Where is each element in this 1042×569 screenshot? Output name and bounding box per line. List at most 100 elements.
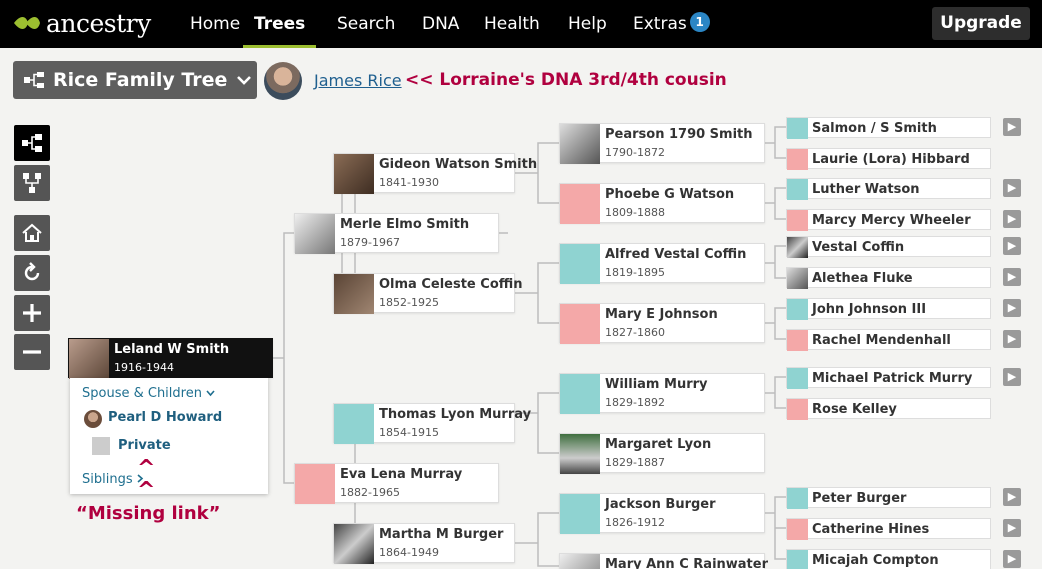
- person-card[interactable]: Mary Ann C Rainwater: [559, 553, 769, 569]
- person-card-small[interactable]: Micajah Compton: [786, 549, 991, 569]
- expand-arrow-icon[interactable]: ▶: [1003, 519, 1021, 537]
- person-photo: [334, 154, 374, 194]
- female-silhouette-icon: [295, 464, 335, 504]
- person-card[interactable]: Gideon Watson Smith 1841-1930: [333, 153, 537, 194]
- expand-arrow-icon[interactable]: ▶: [1003, 488, 1021, 506]
- person-name: Alethea Fluke: [812, 271, 913, 286]
- person-card[interactable]: Eva Lena Murray 1882-1965: [294, 463, 499, 504]
- person-name: Gideon Watson Smith: [379, 157, 538, 172]
- person-name: Peter Burger: [812, 491, 907, 506]
- person-photo: [560, 434, 600, 474]
- male-silhouette-icon: [334, 404, 374, 444]
- person-card[interactable]: Margaret Lyon 1829-1887: [559, 433, 765, 474]
- missing-link-annotation: “Missing link”: [76, 503, 221, 524]
- person-name: Olma Celeste Coffin: [379, 277, 523, 292]
- expand-arrow-icon[interactable]: ▶: [1003, 550, 1021, 568]
- spouse-avatar: [84, 410, 102, 428]
- person-photo: [787, 268, 808, 289]
- person-dates: 1852-1925: [379, 296, 439, 309]
- male-silhouette-icon: [560, 494, 600, 534]
- person-dates: 1864-1949: [379, 546, 439, 559]
- person-card[interactable]: Thomas Lyon Murray 1854-1915: [333, 403, 531, 444]
- person-card[interactable]: Alfred Vestal Coffin 1819-1895: [559, 243, 765, 284]
- person-card-small[interactable]: Rachel Mendenhall: [786, 329, 991, 351]
- person-name: Merle Elmo Smith: [340, 217, 470, 232]
- person-photo: [334, 524, 374, 564]
- person-name: Catherine Hines: [812, 522, 930, 537]
- siblings-toggle[interactable]: Siblings: [82, 472, 144, 487]
- expand-arrow-icon[interactable]: ▶: [1003, 179, 1021, 197]
- person-name: Martha M Burger: [379, 527, 504, 542]
- person-dates: 1826-1912: [605, 516, 665, 529]
- person-name: Margaret Lyon: [605, 437, 712, 452]
- expand-arrow-icon[interactable]: ▶: [1003, 210, 1021, 228]
- person-dates: 1829-1892: [605, 396, 665, 409]
- male-silhouette-icon: [787, 488, 808, 509]
- person-card[interactable]: William Murry 1829-1892: [559, 373, 765, 414]
- person-name: Pearson 1790 Smith: [605, 127, 753, 142]
- person-card-small[interactable]: Rose Kelley: [786, 398, 991, 420]
- person-name: Alfred Vestal Coffin: [605, 247, 747, 262]
- person-silhouette-icon: [92, 437, 110, 455]
- person-card[interactable]: Olma Celeste Coffin 1852-1925: [333, 273, 523, 314]
- person-card[interactable]: Merle Elmo Smith 1879-1967: [294, 213, 499, 254]
- male-silhouette-icon: [787, 299, 808, 320]
- person-card-small[interactable]: Luther Watson: [786, 178, 991, 200]
- person-name: Mary Ann C Rainwater: [605, 557, 769, 569]
- spouse-children-toggle[interactable]: Spouse & Children: [82, 386, 215, 401]
- child-link[interactable]: Private: [118, 438, 171, 453]
- person-name: Thomas Lyon Murray: [379, 407, 532, 422]
- person-card-small[interactable]: Catherine Hines: [786, 518, 991, 540]
- male-silhouette-icon: [787, 179, 808, 200]
- female-silhouette-icon: [787, 330, 808, 351]
- expand-arrow-icon[interactable]: ▶: [1003, 118, 1021, 136]
- expand-arrow-icon[interactable]: ▶: [1003, 330, 1021, 348]
- male-silhouette-icon: [560, 244, 600, 284]
- person-dates: 1790-1872: [605, 146, 665, 159]
- root-person-card[interactable]: Leland W Smith 1916-1944: [68, 338, 273, 379]
- person-card[interactable]: Martha M Burger 1864-1949: [333, 523, 515, 564]
- chevron-down-icon: [206, 390, 215, 397]
- expand-arrow-icon[interactable]: ▶: [1003, 368, 1021, 386]
- person-name: Leland W Smith: [114, 342, 230, 357]
- person-card-small[interactable]: Alethea Fluke: [786, 267, 991, 289]
- female-silhouette-icon: [787, 210, 808, 231]
- person-card-small[interactable]: Salmon / S Smith: [786, 117, 991, 139]
- person-photo: [560, 124, 600, 164]
- person-card[interactable]: Phoebe G Watson 1809-1888: [559, 183, 765, 224]
- person-name: Mary E Johnson: [605, 307, 718, 322]
- person-name: Vestal Coffin: [812, 240, 905, 255]
- person-photo: [295, 214, 335, 254]
- person-name: Marcy Mercy Wheeler: [812, 213, 971, 228]
- person-card-small[interactable]: Vestal Coffin: [786, 236, 991, 258]
- person-card[interactable]: Jackson Burger 1826-1912: [559, 493, 765, 534]
- person-card-small[interactable]: John Johnson III: [786, 298, 991, 320]
- person-card-small[interactable]: Laurie (Lora) Hibbard: [786, 148, 991, 170]
- expand-arrow-icon[interactable]: ▶: [1003, 299, 1021, 317]
- person-card-small[interactable]: Peter Burger: [786, 487, 991, 509]
- person-photo: [334, 274, 374, 314]
- person-name: William Murry: [605, 377, 708, 392]
- female-silhouette-icon: [787, 399, 808, 420]
- person-dates: 1827-1860: [605, 326, 665, 339]
- person-name: Michael Patrick Murry: [812, 371, 973, 386]
- person-photo: [787, 237, 808, 258]
- expand-arrow-icon[interactable]: ▶: [1003, 237, 1021, 255]
- person-card[interactable]: Pearson 1790 Smith 1790-1872: [559, 123, 765, 164]
- person-name: Micajah Compton: [812, 553, 939, 568]
- male-silhouette-icon: [787, 368, 808, 389]
- person-card[interactable]: Mary E Johnson 1827-1860: [559, 303, 765, 344]
- female-silhouette-icon: [560, 304, 600, 344]
- spouse-link[interactable]: Pearl D Howard: [108, 410, 222, 425]
- person-name: John Johnson III: [812, 302, 927, 317]
- person-dates: 1819-1895: [605, 266, 665, 279]
- person-name: Jackson Burger: [605, 497, 716, 512]
- female-silhouette-icon: [787, 149, 808, 170]
- female-silhouette-icon: [787, 519, 808, 540]
- expand-arrow-icon[interactable]: ▶: [1003, 268, 1021, 286]
- person-dates: 1916-1944: [114, 361, 174, 374]
- person-dates: 1809-1888: [605, 206, 665, 219]
- male-silhouette-icon: [787, 550, 808, 569]
- person-card-small[interactable]: Marcy Mercy Wheeler: [786, 209, 991, 231]
- person-card-small[interactable]: Michael Patrick Murry: [786, 367, 991, 389]
